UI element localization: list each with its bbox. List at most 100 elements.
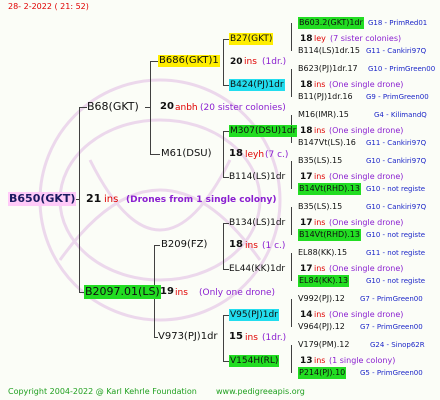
gen4-queen-14[interactable]: V964(PJ).12 <box>298 321 345 333</box>
gen3-note-6: (One single drone) <box>329 264 404 273</box>
sire-mating-unit: anbh <box>175 103 198 113</box>
gen3-unit-6: ins <box>314 264 326 273</box>
connector <box>291 23 292 51</box>
gen3-count-2: 18 <box>300 80 313 90</box>
gen4-ref-6: G11 - Cankiri97Q <box>366 139 427 147</box>
root-mating-note: (Drones from 1 single colony) <box>126 195 277 205</box>
gen2-dd-note: (1dr.) <box>262 333 287 343</box>
dam-queen-label[interactable]: B2097.01(LS) <box>84 285 161 299</box>
gen2-sd-unit: leyh <box>245 150 265 160</box>
gen3-count-1: 18 <box>300 34 313 44</box>
gen3-unit-2: ins <box>314 80 326 89</box>
gen3-queen-7[interactable]: V95(PJ)1dr <box>229 309 279 321</box>
gen4-queen-8[interactable]: B14Vt(RHD).13 <box>298 183 361 195</box>
connector <box>79 107 87 108</box>
connector <box>223 131 224 177</box>
gen4-ref-11: G11 - not registe <box>366 249 426 257</box>
dam-mating-unit: ins <box>175 288 188 298</box>
root-year-count: 21 <box>86 192 102 205</box>
gen3-queen-2[interactable]: B424(PJ)1dr <box>229 79 285 91</box>
gen3-count-4: 17 <box>300 172 313 182</box>
gen2-ds-unit: ins <box>245 241 258 251</box>
date-stamp: 28- 2-2022 ( 21: 52) <box>8 2 89 11</box>
gen2-dd-label[interactable]: V973(PJ)1dr <box>158 331 218 343</box>
gen4-queen-9[interactable]: B35(LS).15 <box>298 201 342 213</box>
gen2-ss-note: (1dr.) <box>262 57 287 67</box>
dam-mating-note: (Only one drone) <box>199 288 276 298</box>
gen4-queen-13[interactable]: V992(PJ).12 <box>298 293 345 305</box>
gen2-ds-label[interactable]: B209(FZ) <box>161 239 207 251</box>
gen4-ref-9: G10 - Cankiri97Q <box>366 203 427 211</box>
gen4-ref-8: G10 - not registe <box>366 185 426 193</box>
gen2-ss-count: 20 <box>230 57 243 67</box>
gen4-queen-10[interactable]: B14Vt(RHD).13 <box>298 229 361 241</box>
gen3-count-6: 17 <box>300 264 313 274</box>
copyright-text: Copyright 2004-2022 @ Karl Kehrle Founda… <box>8 387 197 396</box>
gen4-ref-1: G18 - PrimRed01 <box>368 19 428 27</box>
gen3-note-4: (One single drone) <box>329 172 404 181</box>
gen3-unit-3: ins <box>314 126 326 135</box>
gen3-note-5: (One single drone) <box>329 218 404 227</box>
gen3-unit-4: ins <box>314 172 326 181</box>
connector <box>291 161 292 189</box>
sire-year-count: 20 <box>160 101 174 112</box>
gen2-dd-count: 15 <box>229 331 243 342</box>
gen2-sd-note: (7 c.) <box>265 150 289 160</box>
gen4-ref-15: G24 - Sinop62R <box>370 341 425 349</box>
connector <box>223 39 224 85</box>
gen3-queen-5[interactable]: B134(LS)1dr <box>229 217 285 229</box>
gen4-queen-15[interactable]: V179(PM).12 <box>298 339 349 351</box>
gen2-ss-label[interactable]: B686(GKT)1 <box>158 55 220 67</box>
website-link[interactable]: www.pedigreeapis.org <box>216 386 305 398</box>
gen3-note-1: (7 sister colonies) <box>330 34 402 43</box>
dam-year-count: 19 <box>160 286 174 297</box>
gen3-note-7: (One single drone) <box>329 310 404 319</box>
gen3-queen-4[interactable]: B114(LS)1dr <box>229 171 285 183</box>
gen4-queen-16[interactable]: P214(PJ).10 <box>298 367 347 379</box>
gen4-ref-5: G4 - KilimandQ <box>374 111 427 119</box>
gen3-count-8: 13 <box>300 356 313 366</box>
gen4-queen-7[interactable]: B35(LS).15 <box>298 155 342 167</box>
gen4-ref-16: G5 - PrimGreen00 <box>360 369 423 377</box>
gen4-queen-12[interactable]: EL84(KK).13 <box>298 275 350 287</box>
gen4-queen-3[interactable]: B623(PJ)1dr.17 <box>298 63 358 75</box>
connector <box>150 154 160 155</box>
connector <box>291 69 292 97</box>
sire-mating-note: (20 sister colonies) <box>200 103 286 113</box>
gen3-note-8: (1 single colony) <box>329 356 396 365</box>
gen4-ref-10: G10 - not registe <box>366 231 426 239</box>
gen2-dd-unit: ins <box>245 333 258 343</box>
connector <box>291 345 292 373</box>
connector <box>291 299 292 327</box>
gen4-queen-6[interactable]: B147Vt(LS).16 <box>298 137 356 149</box>
gen4-ref-3: G10 - PrimGreen00 <box>368 65 436 73</box>
gen2-ds-count: 18 <box>229 239 243 250</box>
gen3-count-5: 17 <box>300 218 313 228</box>
gen3-unit-5: ins <box>314 218 326 227</box>
gen4-queen-1[interactable]: B603.2(GKT)1dr <box>298 17 364 29</box>
gen3-queen-6[interactable]: EL44(KK)1dr <box>229 263 285 275</box>
gen4-queen-4[interactable]: B11(PJ)1dr.16 <box>298 91 353 103</box>
root-mating-unit: ins <box>104 194 119 205</box>
gen4-queen-11[interactable]: EL88(KK).15 <box>298 247 347 259</box>
gen4-ref-7: G10 - Cankiri97Q <box>366 157 427 165</box>
connector <box>154 245 160 246</box>
gen3-queen-1[interactable]: B27(GKT) <box>229 33 274 45</box>
gen3-count-3: 18 <box>300 126 313 136</box>
gen3-queen-8[interactable]: V154H(RL) <box>229 355 280 367</box>
gen3-unit-1: ley <box>314 34 326 43</box>
gen4-ref-2: G11 - Cankiri97Q <box>366 47 427 55</box>
gen3-unit-7: ins <box>314 310 326 319</box>
connector <box>223 315 224 361</box>
gen4-ref-14: G7 - PrimGreen00 <box>360 323 423 331</box>
connector <box>150 61 158 62</box>
gen2-ds-note: (1 c.) <box>262 241 286 251</box>
connector <box>76 199 80 200</box>
gen3-note-3: (One single drone) <box>329 126 404 135</box>
gen4-queen-5[interactable]: M16(IMR).15 <box>298 109 349 121</box>
gen4-queen-2[interactable]: B114(LS)1dr.15 <box>298 45 360 57</box>
gen3-queen-3[interactable]: M307(DSU)1dr <box>229 125 298 137</box>
root-queen-label[interactable]: B650(GKT) <box>8 192 77 206</box>
gen2-sd-label[interactable]: M61(DSU) <box>161 148 212 160</box>
sire-queen-label[interactable]: B68(GKT) <box>87 101 139 113</box>
